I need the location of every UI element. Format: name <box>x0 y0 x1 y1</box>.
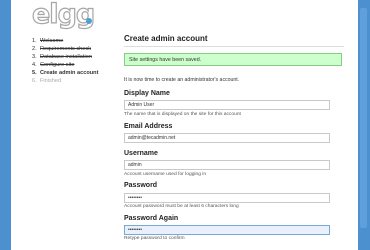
step-label: Welcome <box>40 38 64 44</box>
step-number: 6. <box>32 78 37 85</box>
username-help: Account username used for logging in <box>124 172 207 177</box>
title-divider <box>124 46 344 47</box>
installation-steps: 1. Welcome 2. Requirements check 3. Databas… <box>32 37 98 86</box>
display-name-help: The name that is displayed on the site f… <box>124 112 241 117</box>
step-number: 2. <box>32 46 37 53</box>
success-message: Site settings have been saved. <box>124 53 342 66</box>
step-number: 1. <box>32 38 37 44</box>
page-title: Create admin account <box>124 34 208 43</box>
step-label: Finished <box>40 78 62 85</box>
password-field[interactable] <box>124 193 330 203</box>
password-help: Account password must be at least 6 char… <box>124 204 239 209</box>
username-label: Username <box>124 150 158 157</box>
step-number: 3. <box>32 54 37 61</box>
display-name-label: Display Name <box>124 90 170 97</box>
scrollbar-thumb[interactable] <box>360 8 367 228</box>
display-name-field[interactable] <box>124 100 330 110</box>
step-label: Requirements check <box>40 46 91 53</box>
step-label: Database installation <box>40 54 92 61</box>
step-label: Create admin account <box>40 70 99 77</box>
intro-text: It is now time to create an administrato… <box>124 77 240 83</box>
step-number: 4. <box>32 62 37 69</box>
step-database-installation: 3. Database installation <box>32 53 98 61</box>
step-number: 5. <box>32 70 37 77</box>
step-welcome: 1. Welcome <box>32 37 98 45</box>
password-again-label: Password Again <box>124 215 179 222</box>
password-again-field[interactable] <box>124 225 330 235</box>
main-content: Create admin account Site settings have … <box>124 33 346 241</box>
username-field[interactable] <box>124 160 330 170</box>
step-create-admin-account: 5. Create admin account <box>32 69 98 77</box>
password-again-help: Retype password to confirm <box>124 236 185 241</box>
elgg-logo: elgg <box>31 0 95 30</box>
logo-dot-icon <box>86 18 92 24</box>
password-label: Password <box>124 182 158 189</box>
step-configure-site: 4. Configure site <box>32 61 98 69</box>
email-label: Email Address <box>124 123 173 130</box>
step-requirements-check: 2. Requirements check <box>32 45 98 53</box>
step-label: Configure site <box>40 62 75 69</box>
step-finished: 6. Finished <box>32 77 98 85</box>
email-field[interactable] <box>124 133 330 143</box>
installer-page: elgg 1. Welcome 2. Requirements check 3. Da… <box>11 0 358 250</box>
